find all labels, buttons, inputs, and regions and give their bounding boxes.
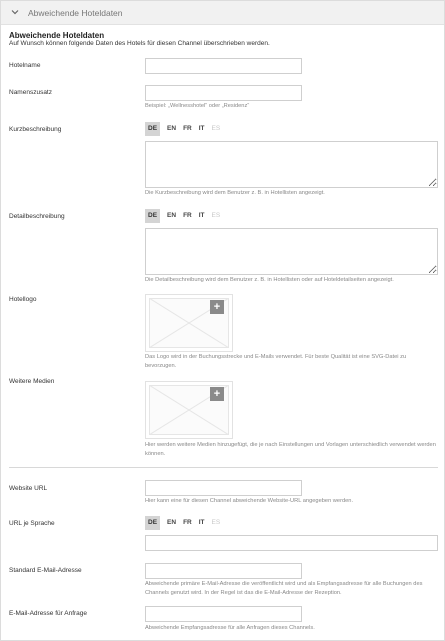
panel-header[interactable]: Abweichende Hoteldaten: [1, 1, 444, 25]
hotellogo-label: Hotellogo: [9, 296, 37, 303]
weitere-medien-label: Weitere Medien: [9, 378, 55, 385]
detailbeschreibung-hint: Die Detailbeschreibung wird dem Benutzer…: [145, 277, 394, 283]
tab-lang-it[interactable]: IT: [199, 209, 205, 223]
url-language-tabs: DE EN FR IT ES: [145, 516, 227, 530]
detailbeschreibung-textarea[interactable]: [145, 228, 438, 275]
tab-lang-fr[interactable]: FR: [183, 516, 192, 530]
tab-lang-de[interactable]: DE: [145, 516, 161, 530]
detailbeschreibung-language-tabs: DE EN FR IT ES: [145, 209, 227, 223]
email-anfrage-label: E-Mail-Adresse für Anfrage: [9, 610, 88, 617]
add-logo-button[interactable]: +: [210, 300, 224, 314]
detailbeschreibung-label: Detailbeschreibung: [9, 213, 65, 220]
standard-email-hint: Abweichende primäre E-Mail-Adresse die v…: [145, 581, 423, 596]
weitere-medien-upload[interactable]: +: [145, 381, 233, 439]
email-anfrage-hint: Abweichende Empfangsadresse für alle Anf…: [145, 625, 315, 631]
tab-lang-fr[interactable]: FR: [183, 122, 192, 136]
weitere-medien-hint: Hier werden weitere Medien hinzugefügt, …: [145, 442, 436, 457]
tab-lang-es: ES: [211, 519, 221, 526]
tab-lang-es: ES: [211, 212, 221, 219]
section-divider: [9, 467, 438, 468]
namenszusatz-input[interactable]: [145, 85, 302, 101]
add-media-button[interactable]: +: [210, 387, 224, 401]
hotelname-input[interactable]: [145, 58, 302, 74]
tab-lang-fr[interactable]: FR: [183, 209, 192, 223]
section-title: Abweichende Hoteldaten: [9, 31, 105, 40]
hotelname-label: Hotelname: [9, 62, 41, 69]
namenszusatz-hint: Beispiel: „Wellnesshotel“ oder „Residenz…: [145, 103, 250, 109]
tab-lang-en[interactable]: EN: [167, 209, 176, 223]
hotellogo-upload[interactable]: +: [145, 294, 233, 352]
section-description: Auf Wunsch können folgende Daten des Hot…: [9, 40, 270, 47]
tab-lang-it[interactable]: IT: [199, 516, 205, 530]
panel-title: Abweichende Hoteldaten: [28, 8, 123, 18]
email-anfrage-input[interactable]: [145, 606, 302, 622]
website-url-label: Website URL: [9, 485, 48, 492]
standard-email-input[interactable]: [145, 563, 302, 579]
hotel-data-panel: Abweichende Hoteldaten Abweichende Hotel…: [0, 0, 445, 641]
tab-lang-en[interactable]: EN: [167, 122, 176, 136]
tab-lang-de[interactable]: DE: [145, 209, 161, 223]
tab-lang-de[interactable]: DE: [145, 122, 161, 136]
url-je-sprache-input[interactable]: [145, 535, 438, 551]
website-url-hint: Hier kann eine für diesen Channel abweic…: [145, 498, 354, 504]
kurzbeschreibung-hint: Die Kurzbeschreibung wird dem Benutzer z…: [145, 190, 325, 196]
tab-lang-en[interactable]: EN: [167, 516, 176, 530]
url-je-sprache-label: URL je Sprache: [9, 520, 55, 527]
kurzbeschreibung-label: Kurzbeschreibung: [9, 126, 62, 133]
standard-email-label: Standard E-Mail-Adresse: [9, 567, 82, 574]
tab-lang-es: ES: [211, 125, 221, 132]
chevron-down-icon[interactable]: [10, 7, 20, 17]
kurzbeschreibung-textarea[interactable]: [145, 141, 438, 188]
website-url-input[interactable]: [145, 480, 302, 496]
namenszusatz-label: Namenszusatz: [9, 89, 52, 96]
hotellogo-hint: Das Logo wird in der Buchungsstrecke und…: [145, 354, 407, 369]
tab-lang-it[interactable]: IT: [199, 122, 205, 136]
kurzbeschreibung-language-tabs: DE EN FR IT ES: [145, 122, 227, 136]
